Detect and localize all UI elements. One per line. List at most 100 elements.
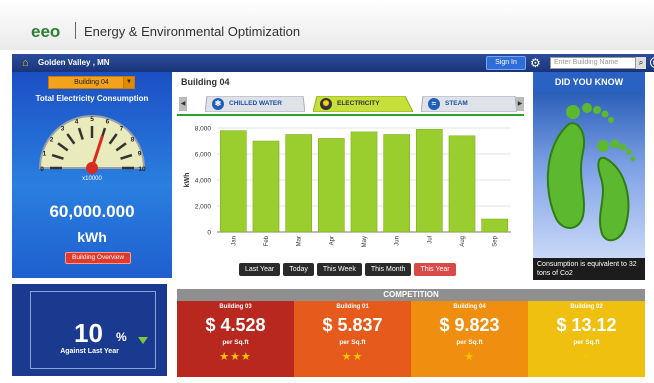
change-label: Against Last Year xyxy=(60,348,119,355)
next-arrow-icon[interactable]: ▶ xyxy=(650,57,654,68)
period-this-month-button[interactable]: This Month xyxy=(364,263,412,276)
chart-bar xyxy=(416,129,443,233)
tab-electricity[interactable]: ✺ ELECTRICITY xyxy=(313,96,413,112)
logo-text: eeo xyxy=(31,22,60,40)
y-tick-label: 6,000 xyxy=(195,152,212,159)
gauge-tick-label: 9 xyxy=(138,151,142,158)
gauge-tick-label: 3 xyxy=(61,126,65,133)
competition-card[interactable]: Building 04 $ 9.823 per Sq.ft ★ xyxy=(411,301,528,377)
competition-building-name: Building 04 xyxy=(453,304,486,310)
competition-title: COMPETITION xyxy=(177,289,645,301)
star-rating-icon: ★ xyxy=(464,351,475,363)
logo-divider xyxy=(75,22,76,39)
location-label: Golden Valley , MN xyxy=(38,58,110,67)
gauge-tick-label: 7 xyxy=(120,126,124,133)
competition-cost-unit: per Sq.ft xyxy=(456,339,483,346)
down-arrow-icon xyxy=(138,337,148,344)
period-today-button[interactable]: Today xyxy=(283,263,314,276)
competition-card[interactable]: Building 02 $ 13.12 per Sq.ft ★ xyxy=(528,301,645,377)
building-select[interactable]: Building 04 xyxy=(48,76,135,89)
chart-bar xyxy=(350,131,378,233)
gauge-tick-label: 2 xyxy=(50,137,54,144)
gauge-tick-label: 6 xyxy=(106,118,110,125)
tab-steam[interactable]: ≈ STEAM xyxy=(421,96,517,112)
consumption-unit: kWh xyxy=(77,229,107,245)
home-icon[interactable]: ⌂ xyxy=(22,57,29,69)
tab-electricity-label: ELECTRICITY xyxy=(337,100,380,107)
chart-bar xyxy=(448,135,476,233)
gauge-multiplier: x10000 xyxy=(82,176,102,182)
change-panel: 10 % Against Last Year xyxy=(12,284,167,376)
consumption-title: Total Electricity Consumption xyxy=(35,94,149,103)
chart-bar xyxy=(383,134,410,233)
carbon-footprint-image xyxy=(533,92,645,258)
competition-building-name: Building 02 xyxy=(570,304,603,310)
search-icon[interactable]: ⌕ xyxy=(636,57,646,69)
x-tick-label: Apr xyxy=(329,236,335,245)
eeo-logo: eeo xyxy=(31,22,60,40)
competition-card[interactable]: Building 01 $ 5.837 per Sq.ft ★★ xyxy=(294,301,411,377)
gauge-tick-label: 10 xyxy=(138,166,146,173)
competition-building-name: Building 03 xyxy=(219,304,252,310)
competition-cost-value: $ 4.528 xyxy=(205,315,266,335)
x-tick-label: Mar xyxy=(297,236,303,246)
page-title: Building 04 xyxy=(181,77,230,87)
star-rating-icon: ★★★ xyxy=(219,351,252,363)
did-you-know-panel: DID YOU KNOW Consumption is equivalent t… xyxy=(533,72,645,280)
chart-bar xyxy=(285,134,312,233)
top-navbar: ⌂ Golden Valley , MN Sign In ⚙ Enter Bui… xyxy=(12,54,654,72)
did-you-know-title: DID YOU KNOW xyxy=(533,72,645,92)
period-last-year-button[interactable]: Last Year xyxy=(239,263,281,276)
x-tick-label: Feb xyxy=(264,235,270,246)
tab-steam-label: STEAM xyxy=(445,100,468,107)
consumption-gauge: 0 123 4 5 6 789 10 xyxy=(38,115,146,174)
building-overview-button[interactable]: Building Overview xyxy=(65,252,131,264)
chart-bar xyxy=(220,130,247,233)
gauge-tick-label: 5 xyxy=(90,116,94,123)
competition-cost-unit: per Sq.ft xyxy=(573,339,600,346)
y-tick-label: 4,000 xyxy=(195,178,212,185)
snowflake-icon: ❄ xyxy=(212,98,224,110)
y-tick-label: 8,000 xyxy=(195,126,212,133)
sign-in-button[interactable]: Sign In xyxy=(486,56,526,70)
gear-icon[interactable]: ⚙ xyxy=(530,55,541,71)
chart-bar xyxy=(318,138,345,233)
gauge-tick-label: 8 xyxy=(131,137,135,144)
x-tick-label: Jan xyxy=(231,236,237,246)
bulb-icon: ✺ xyxy=(320,98,332,110)
competition-cost-value: $ 13.12 xyxy=(556,315,617,335)
x-tick-label: Aug xyxy=(460,236,466,247)
gauge-dial xyxy=(38,115,146,169)
competition-building-name: Building 01 xyxy=(336,304,369,310)
usage-bar-chart: 0 2,000 4,000 6,000 8,000 kWh Jan Feb Mar Apr May J… xyxy=(184,126,511,247)
footprint-icon xyxy=(546,103,636,242)
competition-panel: COMPETITION Building 03 $ 4.528 per Sq.f… xyxy=(177,289,645,377)
tab-scroll-left-icon[interactable]: ◀ xyxy=(179,97,187,111)
consumption-value: 60,000.000 xyxy=(49,202,135,221)
consumption-panel: Building 04 ▼ Total Electricity Consumpt… xyxy=(12,72,172,278)
tab-chilled-water-label: CHILLED WATER xyxy=(229,100,282,107)
period-buttons: Last Year Today This Week This Month This Ye… xyxy=(239,258,459,276)
change-percent-symbol: % xyxy=(116,330,127,344)
x-tick-label: Jun xyxy=(395,236,401,246)
period-this-year-button[interactable]: This Year xyxy=(414,263,456,276)
competition-card[interactable]: Building 03 $ 4.528 per Sq.ft ★★★ xyxy=(177,301,294,377)
competition-cost-unit: per Sq.ft xyxy=(222,339,249,346)
y-axis-label: kWh xyxy=(184,173,191,188)
gauge-tick-label: 1 xyxy=(43,151,47,158)
chevron-down-icon[interactable]: ▼ xyxy=(123,76,135,89)
competition-cost-unit: per Sq.ft xyxy=(339,339,366,346)
steam-icon: ≈ xyxy=(428,98,440,110)
star-rating-icon: ★★ xyxy=(341,351,364,363)
y-tick-label: 2,000 xyxy=(195,204,212,211)
building-search-input[interactable]: Enter Building Name xyxy=(550,57,636,69)
did-you-know-caption: Consumption is equivalent to 32 tons of … xyxy=(533,258,645,280)
gauge-tick-label: 4 xyxy=(75,118,79,125)
period-this-week-button[interactable]: This Week xyxy=(316,263,362,276)
gauge-hub xyxy=(86,162,98,174)
x-tick-label: May xyxy=(362,236,368,247)
brand-name: Energy & Environmental Optimization xyxy=(84,24,301,39)
usage-chart-panel: Building 04 ◀ ❄ CHILLED WATER ✺ ELECTRIC… xyxy=(177,72,529,280)
tab-chilled-water[interactable]: ❄ CHILLED WATER xyxy=(205,96,305,112)
tab-scroll-right-icon[interactable]: ▶ xyxy=(516,97,524,111)
